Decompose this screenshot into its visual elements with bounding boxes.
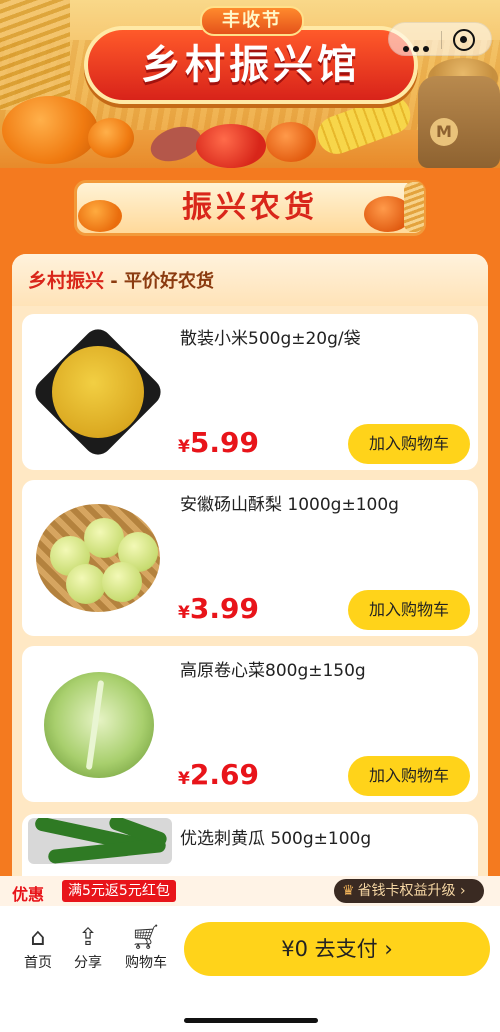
crown-icon: ♛ bbox=[342, 883, 355, 899]
tomato-illustration bbox=[196, 124, 266, 168]
promo-tag[interactable]: 满5元返5元红包 bbox=[62, 880, 176, 902]
tab-share-label: 分享 bbox=[74, 955, 102, 971]
festival-tag-label: 丰收节 bbox=[222, 10, 282, 31]
chevron-right-icon: › bbox=[460, 883, 466, 899]
add-to-cart-button[interactable]: 加入购物车 bbox=[348, 424, 470, 464]
add-to-cart-button[interactable]: 加入购物车 bbox=[348, 756, 470, 796]
promo-label: 优惠 bbox=[12, 885, 45, 904]
close-icon[interactable] bbox=[453, 29, 475, 51]
tab-share[interactable]: ⇪ 分享 bbox=[64, 922, 112, 972]
tab-cart[interactable]: 🛒︎ 购物车 bbox=[118, 922, 174, 972]
cabbage-image bbox=[36, 662, 160, 786]
miniprogram-capsule bbox=[388, 22, 492, 56]
sack-emblem-icon: M bbox=[430, 118, 458, 146]
pay-button[interactable]: ¥0 去支付 › bbox=[184, 922, 490, 976]
more-icon[interactable] bbox=[403, 37, 435, 52]
promo-bar: 优惠 满5元返5元红包 ♛ 省钱卡权益升级 › bbox=[0, 876, 500, 906]
festival-tag: 丰收节 bbox=[200, 6, 304, 36]
product-card[interactable]: 高原卷心菜800g±150g ¥2.69 加入购物车 bbox=[22, 646, 478, 802]
panel-title-main: 乡村振兴 bbox=[28, 270, 105, 292]
product-name: 优选刺黄瓜 500g±100g bbox=[180, 829, 372, 849]
festival-banner: M 乡村振兴馆 丰收节 bbox=[0, 0, 500, 168]
product-name: 散装小米500g±20g/袋 bbox=[180, 329, 361, 349]
product-price: ¥3.99 bbox=[178, 592, 259, 625]
cucumber-image bbox=[28, 818, 172, 864]
product-name: 高原卷心菜800g±150g bbox=[180, 661, 366, 681]
product-card[interactable]: 散装小米500g±20g/袋 ¥5.99 加入购物车 bbox=[22, 314, 478, 470]
add-to-cart-button[interactable]: 加入购物车 bbox=[348, 590, 470, 630]
product-name: 安徽砀山酥梨 1000g±100g bbox=[180, 495, 399, 515]
home-icon: ⌂ bbox=[30, 923, 46, 951]
pears-image bbox=[36, 496, 160, 620]
persimmon-illustration bbox=[266, 122, 316, 162]
upgrade-label: 省钱卡权益升级 bbox=[357, 883, 456, 899]
millet-image bbox=[29, 323, 167, 461]
pumpkin-illustration bbox=[88, 118, 134, 158]
wheat-icon bbox=[404, 182, 424, 232]
panel-title: 乡村振兴 - 平价好农货 bbox=[28, 266, 214, 293]
share-icon: ⇪ bbox=[77, 923, 99, 951]
tab-home-label: 首页 bbox=[24, 955, 52, 971]
wheat-illustration bbox=[0, 0, 70, 110]
tab-cart-label: 购物车 bbox=[125, 955, 167, 971]
product-price: ¥2.69 bbox=[178, 758, 259, 791]
grain-sack-illustration bbox=[418, 76, 500, 168]
pumpkin-icon bbox=[78, 200, 122, 232]
tab-home[interactable]: ⌂ 首页 bbox=[14, 922, 62, 972]
panel-title-sub: - 平价好农货 bbox=[104, 271, 215, 292]
product-card[interactable]: 安徽砀山酥梨 1000g±100g ¥3.99 加入购物车 bbox=[22, 480, 478, 636]
cart-icon: 🛒︎ bbox=[130, 923, 162, 951]
home-indicator bbox=[184, 1018, 318, 1023]
page-title: 乡村振兴馆 bbox=[84, 26, 418, 104]
bottom-tabbar: ⌂ 首页 ⇪ 分享 🛒︎ 购物车 ¥0 去支付 › bbox=[0, 906, 500, 1032]
product-price: ¥5.99 bbox=[178, 426, 259, 459]
upgrade-button[interactable]: ♛ 省钱卡权益升级 › bbox=[334, 879, 484, 903]
capsule-divider bbox=[441, 31, 442, 49]
pumpkin-illustration bbox=[2, 96, 98, 164]
